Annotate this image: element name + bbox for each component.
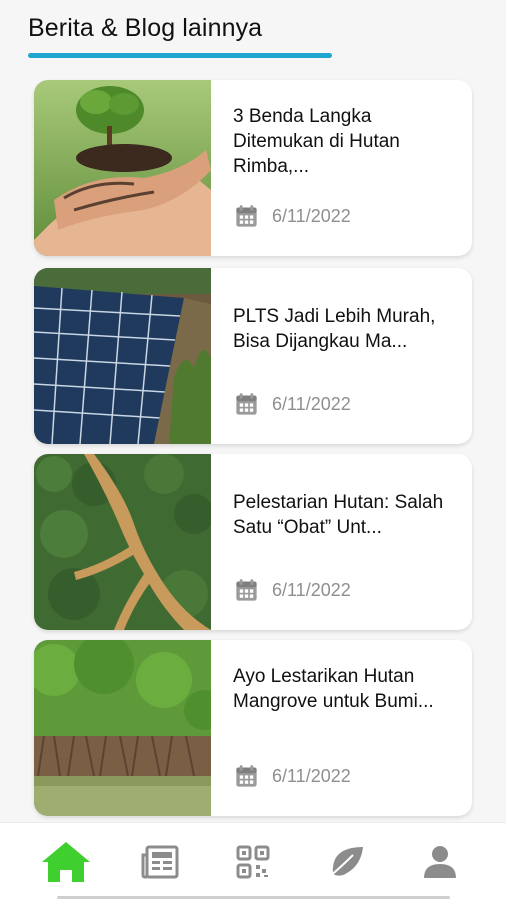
news-card[interactable]: Ayo Lestarikan Hutan Mangrove untuk Bumi…: [34, 640, 472, 816]
news-card-date-text: 6/11/2022: [272, 765, 351, 786]
news-card-date-text: 6/11/2022: [272, 393, 351, 414]
news-card-title: 3 Benda Langka Ditemukan di Hutan Rimba,…: [233, 106, 400, 177]
news-card-date-text: 6/11/2022: [272, 579, 351, 600]
nav-news[interactable]: [114, 823, 206, 900]
forest-aerial-road-image: [34, 454, 211, 630]
nav-environment[interactable]: [300, 823, 392, 900]
news-card-title: Ayo Lestarikan Hutan Mangrove untuk Bumi…: [233, 666, 434, 712]
news-card[interactable]: Pelestarian Hutan: Salah Satu “Obat” Unt…: [34, 454, 472, 630]
user-icon: [424, 846, 456, 878]
nav-scan[interactable]: [207, 823, 299, 900]
news-card-date: 6/11/2022: [233, 390, 351, 418]
mangrove-forest-image: [34, 640, 211, 816]
news-card-date: 6/11/2022: [233, 576, 351, 604]
calendar-icon: [236, 204, 257, 227]
news-card-title: Pelestarian Hutan: Salah Satu “Obat” Unt…: [233, 492, 444, 538]
news-card[interactable]: 3 Benda Langka Ditemukan di Hutan Rimba,…: [34, 80, 472, 256]
section-title: Berita & Blog lainnya: [28, 14, 263, 42]
nav-profile[interactable]: [394, 823, 486, 900]
news-thumbnail: [34, 640, 211, 816]
home-icon: [42, 842, 90, 882]
section-header: Berita & Blog lainnya: [28, 14, 262, 43]
bottom-navigation: [0, 822, 506, 900]
calendar-icon: [236, 392, 257, 415]
hands-holding-seedling-image: [34, 80, 211, 256]
nav-bottom-divider: [334, 896, 450, 899]
news-card-date: 6/11/2022: [233, 762, 351, 790]
news-card[interactable]: PLTS Jadi Lebih Murah, Bisa Dijangkau Ma…: [34, 268, 472, 444]
nav-home[interactable]: [20, 823, 112, 900]
news-card-date-text: 6/11/2022: [272, 205, 351, 226]
calendar-icon: [236, 764, 257, 787]
news-thumbnail: [34, 454, 211, 630]
news-card-date: 6/11/2022: [233, 202, 351, 230]
qr-code-icon: [236, 845, 270, 879]
calendar-icon: [236, 578, 257, 601]
leaf-icon: [328, 847, 363, 878]
news-thumbnail: [34, 268, 211, 444]
newspaper-icon: [141, 845, 179, 879]
news-thumbnail: [34, 80, 211, 256]
news-card-title: PLTS Jadi Lebih Murah, Bisa Dijangkau Ma…: [233, 306, 436, 352]
solar-panels-image: [34, 268, 211, 444]
section-title-underline: [28, 53, 332, 58]
